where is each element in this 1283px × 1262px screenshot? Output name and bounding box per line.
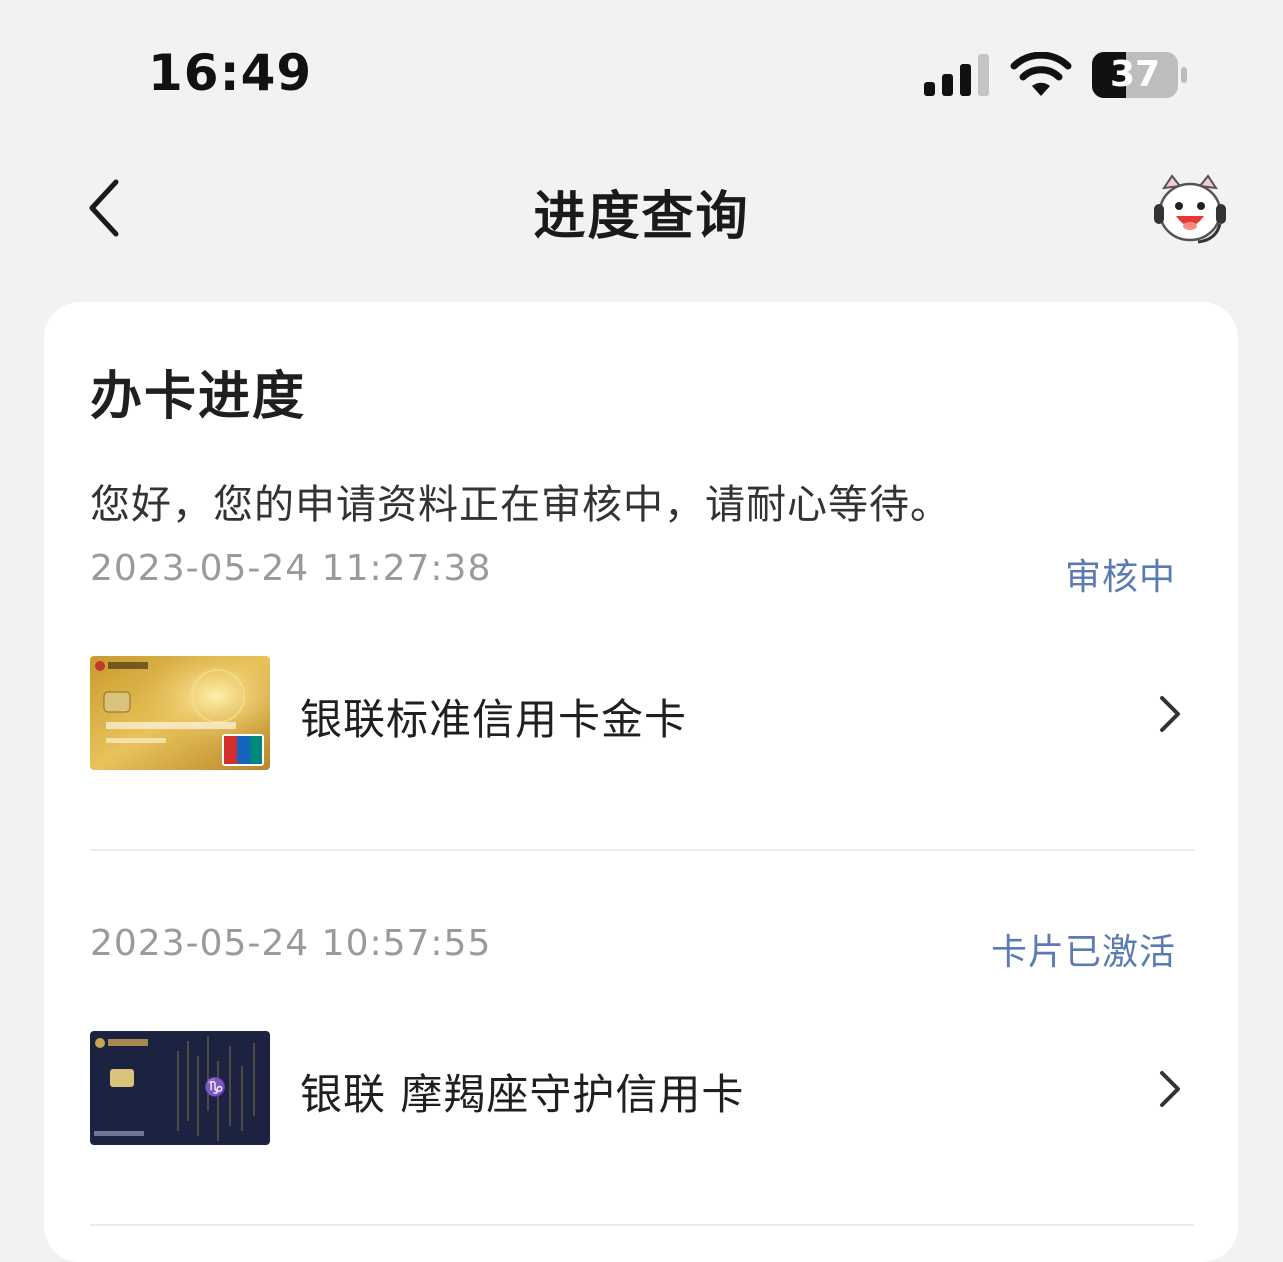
navigation-bar: 进度查询 (0, 140, 1283, 280)
card-name: 银联标准信用卡金卡 (300, 695, 688, 744)
battery-icon: 37 (1092, 52, 1188, 98)
chevron-right-icon (1160, 1071, 1180, 1107)
cellular-signal-icon (924, 54, 989, 96)
page-title: 进度查询 (533, 187, 750, 247)
progress-message: 您好，您的申请资料正在审核中，请耐心等待。 (90, 482, 951, 528)
divider (90, 849, 1194, 851)
application-timestamp: 2023-05-24 10:57:55 (90, 923, 492, 964)
card-row[interactable]: 银联标准信用卡金卡 (90, 656, 1194, 776)
application-status: 审核中 (1064, 557, 1176, 598)
customer-service-mascot-icon[interactable] (1150, 170, 1230, 250)
battery-percentage: 37 (1109, 54, 1161, 95)
divider (90, 1224, 1194, 1226)
status-bar: 16:49 37 (0, 0, 1283, 140)
capricorn-card-image: ♑ (90, 1031, 270, 1145)
application-status: 卡片已激活 (990, 932, 1176, 973)
chevron-right-icon (1160, 696, 1180, 732)
card-name: 银联 摩羯座守护信用卡 (300, 1070, 745, 1119)
application-timestamp: 2023-05-24 11:27:38 (90, 548, 492, 589)
progress-title: 办卡进度 (90, 367, 307, 427)
gold-card-image (90, 656, 270, 770)
card-row[interactable]: ♑ 银联 摩羯座守护信用卡 (90, 1031, 1194, 1151)
progress-card: 办卡进度 您好，您的申请资料正在审核中，请耐心等待。 2023-05-24 11… (44, 302, 1238, 1262)
status-time: 16:49 (148, 44, 313, 102)
svg-text:♑: ♑ (204, 1076, 226, 1098)
wifi-icon (1010, 52, 1072, 96)
